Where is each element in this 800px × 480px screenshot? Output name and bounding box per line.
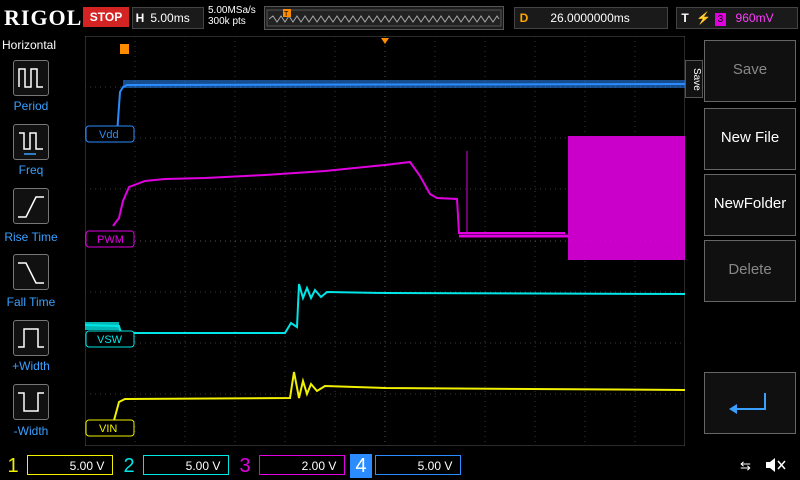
ch4-noise-band <box>123 80 685 88</box>
ch1-number: 1 <box>7 455 19 477</box>
ch4-number: 4 <box>350 454 372 478</box>
pos-width-icon <box>18 328 44 348</box>
trigger-source: 3 <box>714 13 727 26</box>
delay-display[interactable]: D 26.0000000ms <box>514 7 668 29</box>
ch3-scale[interactable]: 3 2.00 V <box>234 454 346 478</box>
horizontal-label: H <box>135 11 145 25</box>
trigger-position-marker[interactable] <box>120 44 129 54</box>
waveform-display[interactable]: 4 Vdd 3 PWM 2 VSW 1 VIN T <box>85 36 685 446</box>
neg-width-label: -Width <box>13 424 49 438</box>
timebase-value: 5.00ms <box>150 11 190 25</box>
rise-time-button[interactable] <box>13 188 49 224</box>
freq-button[interactable] <box>13 124 49 160</box>
freq-icon <box>19 132 43 155</box>
ch3-label: PWM <box>97 234 124 246</box>
ch2-number: 2 <box>123 455 135 477</box>
horizontal-timebase[interactable]: H 5.00ms <box>132 7 204 29</box>
ch2-label-tag[interactable]: 2 VSW <box>85 330 135 348</box>
ch3-scale-value: 2.00 V <box>259 455 346 475</box>
usb-icon: ⇆ <box>740 458 751 473</box>
ch4-scale-value: 5.00 V <box>375 455 462 475</box>
rise-time-icon <box>18 196 44 218</box>
pos-width-button[interactable] <box>13 320 49 356</box>
speaker-mute-icon[interactable] <box>764 456 788 474</box>
new-file-label: New File <box>720 129 780 146</box>
freq-label: Freq <box>18 163 44 177</box>
trigger-display[interactable]: T ⚡ 3 960mV <box>676 7 798 29</box>
delay-label: D <box>519 11 529 25</box>
new-file-button[interactable]: New File <box>704 108 796 170</box>
memory-waveform-icon: T <box>266 9 502 27</box>
save-button[interactable]: Save <box>704 40 796 102</box>
return-arrow-icon <box>729 393 766 414</box>
rise-time-label: Rise Time <box>4 230 58 244</box>
fall-time-label: Fall Time <box>6 295 56 309</box>
memory-overview-bar[interactable]: T <box>264 6 504 30</box>
ch1-scale-value: 5.00 V <box>27 455 114 475</box>
trigger-label: T <box>681 11 689 25</box>
period-icon <box>18 68 43 88</box>
brand-logo: RIGOL <box>4 5 83 30</box>
sample-rate: 5.00MSa/s <box>208 5 256 16</box>
left-panel-title: Horizontal <box>2 38 57 52</box>
memory-depth: 300k pts <box>208 16 246 27</box>
ch2-scale-value: 5.00 V <box>143 455 230 475</box>
svg-text:T: T <box>284 11 289 18</box>
ch3-burst-region <box>568 136 685 260</box>
ch3-label-tag[interactable]: 3 PWM <box>85 230 135 248</box>
trigger-edge-icon: ⚡ <box>696 11 712 25</box>
sample-rate-info: 5.00MSa/s 300k pts <box>208 5 256 27</box>
delete-label: Delete <box>728 261 772 278</box>
ch4-label-tag[interactable]: 4 Vdd <box>85 125 135 143</box>
delete-button[interactable]: Delete <box>704 240 796 302</box>
ch2-noise-band <box>85 322 119 330</box>
period-button[interactable] <box>13 60 49 96</box>
neg-width-button[interactable] <box>13 384 49 420</box>
new-folder-button[interactable]: NewFolder <box>704 174 796 236</box>
period-label: Period <box>13 99 49 113</box>
new-folder-label: NewFolder <box>713 195 787 212</box>
ch3-number: 3 <box>239 455 251 477</box>
ch1-scale[interactable]: 1 5.00 V <box>2 454 114 478</box>
save-menu-tab[interactable]: Save <box>685 60 703 98</box>
save-button-label: Save <box>732 61 768 78</box>
ch4-scale[interactable]: 4 5.00 V <box>350 454 462 478</box>
run-stop-button[interactable]: STOP <box>83 7 129 27</box>
trigger-level: 960mV <box>735 11 774 25</box>
back-button[interactable] <box>704 372 796 434</box>
ch4-label: Vdd <box>99 129 119 141</box>
delay-value: 26.0000000ms <box>550 11 630 25</box>
fall-time-button[interactable] <box>13 254 49 290</box>
fall-time-icon <box>18 262 44 284</box>
neg-width-icon <box>18 392 44 412</box>
ch2-scale[interactable]: 2 5.00 V <box>118 454 230 478</box>
ch1-label: VIN <box>99 423 117 435</box>
ch2-label: VSW <box>97 334 123 346</box>
pos-width-label: +Width <box>12 359 50 373</box>
